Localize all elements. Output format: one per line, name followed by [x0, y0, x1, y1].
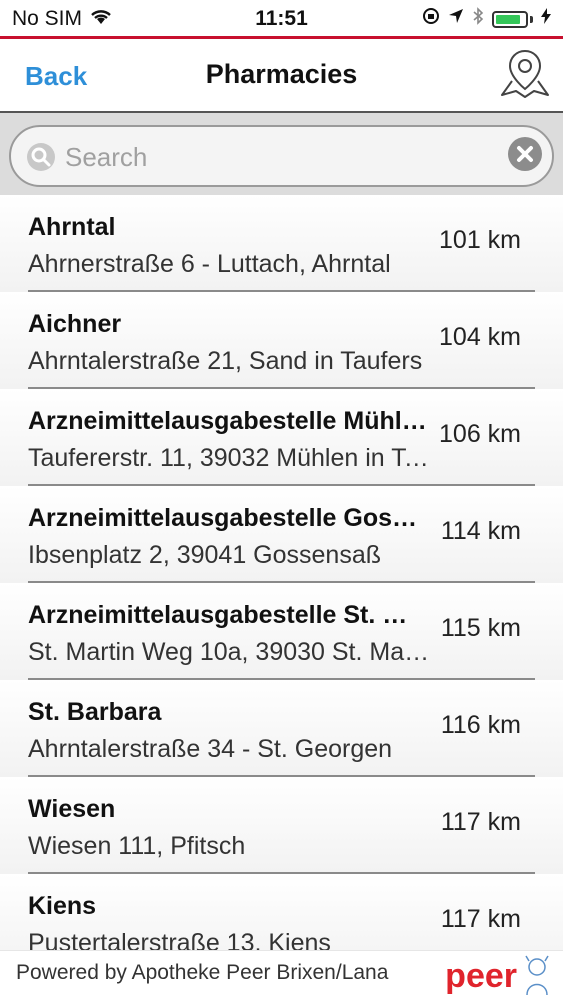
- pharmacy-distance: 115 km: [440, 614, 521, 642]
- status-bar: No SIM 11:51: [0, 0, 563, 36]
- pharmacy-name: Ahrntal: [28, 213, 116, 241]
- list-item[interactable]: Arzneimittelausgabestelle Mühlen Taufere…: [0, 389, 563, 486]
- battery-tip: [530, 15, 533, 23]
- pharmacy-name: Arzneimittelausgabestelle Gossensaß: [28, 504, 428, 532]
- pharmacy-distance: 101 km: [439, 226, 521, 254]
- list-item[interactable]: Ahrntal Ahrnerstraße 6 - Luttach, Ahrnta…: [0, 195, 563, 292]
- pharmacy-address: Ahrntalerstraße 34 - St. Georgen: [28, 735, 393, 763]
- pharmacy-address: Wiesen 111, Pfitsch: [28, 832, 246, 860]
- list-item[interactable]: St. Barbara Ahrntalerstraße 34 - St. Geo…: [0, 680, 563, 777]
- pharmacy-address: Taufererstr. 11, 39032 Mühlen in Taufers: [28, 444, 430, 472]
- pharmacy-name: Arzneimittelausgabestelle Mühlen: [28, 407, 428, 435]
- rotation-lock-icon: [422, 7, 440, 31]
- pharmacy-address: Ibsenplatz 2, 39041 Gossensaß: [28, 541, 382, 569]
- page-title: Pharmacies: [205, 59, 358, 89]
- pharmacy-distance: 106 km: [439, 420, 521, 448]
- list-item[interactable]: Aichner Ahrntalerstraße 21, Sand in Tauf…: [0, 292, 563, 389]
- list-item[interactable]: Arzneimittelausgabestelle Gossensaß Ibse…: [0, 486, 563, 583]
- clear-search-icon[interactable]: [508, 137, 542, 171]
- pharmacy-distance: 104 km: [439, 323, 521, 351]
- pharmacy-name: Aichner: [28, 310, 122, 338]
- pharmacy-name: Wiesen: [28, 795, 116, 823]
- peer-mascot-icon: [519, 955, 555, 997]
- pharmacy-address: Ahrntalerstraße 21, Sand in Taufers: [28, 347, 423, 375]
- bluetooth-icon: [472, 7, 484, 31]
- peer-logo[interactable]: peer: [445, 957, 517, 996]
- battery-icon: [492, 10, 528, 28]
- pharmacy-address: St. Martin Weg 10a, 39030 St. Martin: [28, 638, 430, 666]
- pharmacy-name: Arzneimittelausgabestelle St. Martin: [28, 601, 428, 629]
- pharmacy-distance: 114 km: [440, 517, 521, 545]
- list-item[interactable]: Kiens Pustertalerstraße 13, Kiens 117 km: [0, 874, 563, 950]
- status-right: [422, 7, 551, 31]
- pharmacy-distance: 117 km: [440, 905, 521, 933]
- search-icon: [27, 143, 55, 171]
- pharmacy-name: Kiens: [28, 892, 97, 920]
- pharmacy-address: Ahrnerstraße 6 - Luttach, Ahrntal: [28, 250, 391, 278]
- footer: Powered by Apotheke Peer Brixen/Lana pee…: [0, 950, 563, 1001]
- navigation-bar: Back Pharmacies: [0, 39, 563, 113]
- location-arrow-icon: [448, 8, 464, 30]
- list-item[interactable]: Arzneimittelausgabestelle St. Martin St.…: [0, 583, 563, 680]
- search-bar[interactable]: [9, 125, 554, 187]
- list-item[interactable]: Wiesen Wiesen 111, Pfitsch 117 km: [0, 777, 563, 874]
- map-pin-icon[interactable]: [499, 47, 551, 101]
- powered-by-text: Powered by Apotheke Peer Brixen/Lana: [16, 961, 389, 984]
- search-input[interactable]: [63, 137, 497, 177]
- pharmacy-list[interactable]: Ahrntal Ahrnerstraße 6 - Luttach, Ahrnta…: [0, 195, 563, 950]
- pharmacy-name: St. Barbara: [28, 698, 162, 726]
- charging-icon: [541, 8, 551, 30]
- pharmacy-distance: 117 km: [440, 808, 521, 836]
- pharmacy-distance: 116 km: [440, 711, 521, 739]
- pharmacy-address: Pustertalerstraße 13, Kiens: [28, 929, 331, 950]
- search-container: [0, 113, 563, 195]
